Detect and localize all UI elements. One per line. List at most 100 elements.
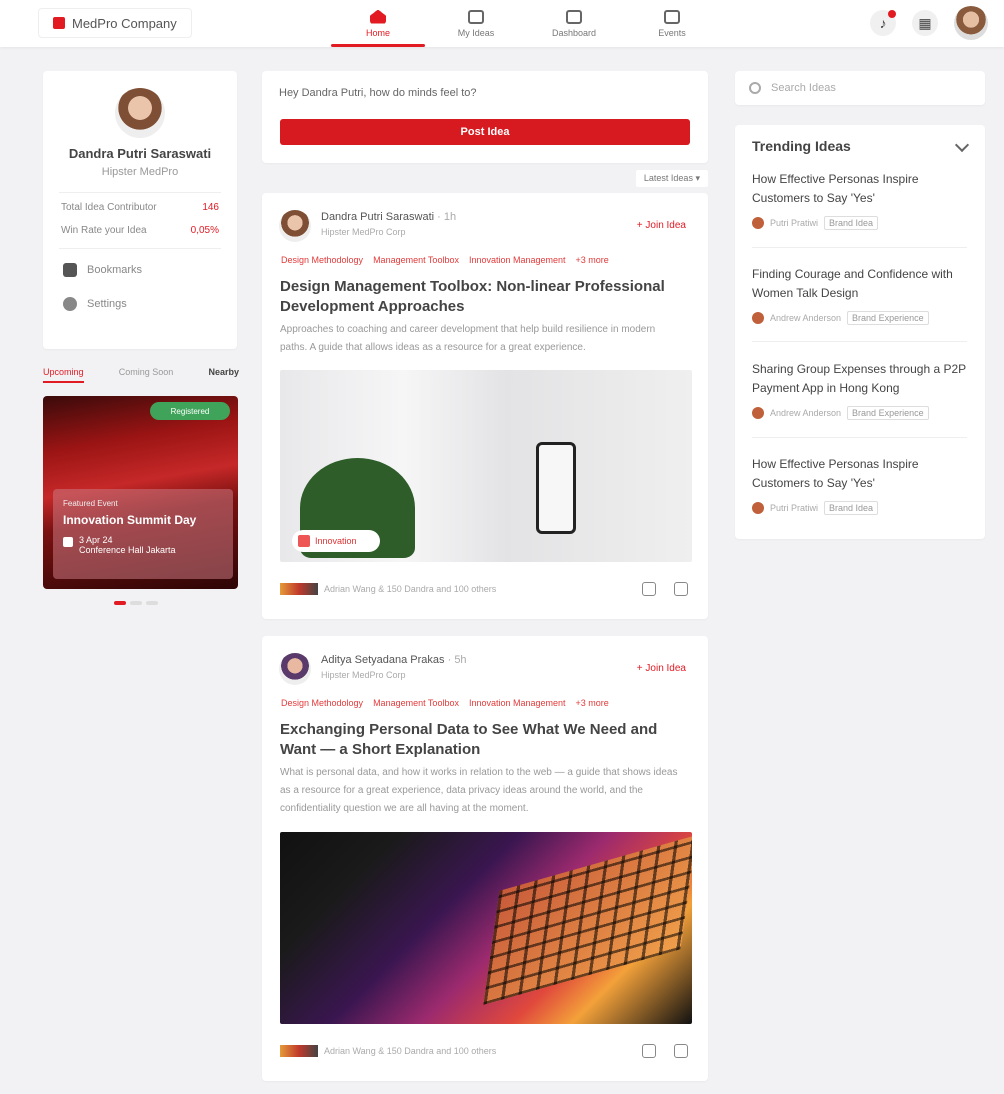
divider bbox=[752, 437, 967, 438]
trending-item[interactable]: How Effective Personas Inspire Customers… bbox=[752, 170, 972, 230]
tag[interactable]: Management Toolbox bbox=[373, 698, 459, 708]
keyboard-shape bbox=[483, 835, 692, 1005]
divider bbox=[59, 248, 221, 249]
post-image[interactable]: Innovation bbox=[280, 370, 692, 562]
profile-name: Dandra Putri Saraswati bbox=[68, 146, 212, 161]
like-icon[interactable] bbox=[642, 1044, 656, 1058]
stat-label: Win Rate your Idea bbox=[61, 225, 147, 236]
post-actions bbox=[642, 582, 688, 596]
participant-avatars bbox=[280, 1045, 318, 1057]
menu-bookmarks[interactable]: Bookmarks bbox=[43, 263, 237, 277]
divider bbox=[752, 247, 967, 248]
carousel-dot[interactable] bbox=[130, 601, 142, 605]
author-name-text: Aditya Setyadana Prakas bbox=[321, 654, 445, 666]
tag[interactable]: Design Methodology bbox=[281, 255, 363, 265]
tab-coming-soon[interactable]: Coming Soon bbox=[119, 367, 174, 383]
carousel-dots bbox=[114, 601, 158, 605]
event-title: Innovation Summit Day bbox=[63, 513, 197, 527]
author-avatar bbox=[752, 217, 764, 229]
author-avatar[interactable] bbox=[279, 210, 311, 242]
author-name-text: Dandra Putri Saraswati bbox=[321, 211, 435, 223]
tag[interactable]: +3 more bbox=[576, 255, 609, 265]
brand-logo-icon bbox=[53, 17, 65, 29]
trending-item-title: Sharing Group Expenses through a P2P Pay… bbox=[752, 362, 966, 395]
chevron-down-icon: ▾ bbox=[695, 173, 700, 183]
author-name[interactable]: Dandra Putri Saraswati · 1h bbox=[321, 211, 456, 223]
image-chip-label: Innovation bbox=[315, 536, 357, 546]
author-avatar[interactable] bbox=[279, 653, 311, 685]
join-idea-button[interactable]: + Join Idea bbox=[637, 220, 686, 231]
trending-card: Trending Ideas How Effective Personas In… bbox=[735, 125, 985, 539]
trending-item[interactable]: Finding Courage and Confidence with Wome… bbox=[752, 265, 972, 325]
nav-my-ideas[interactable]: My Ideas bbox=[427, 0, 525, 47]
nav-events[interactable]: Events bbox=[623, 0, 721, 47]
post-idea-button[interactable]: Post Idea bbox=[280, 119, 690, 145]
user-avatar[interactable] bbox=[954, 6, 988, 40]
event-card[interactable]: Registered Featured Event Innovation Sum… bbox=[43, 396, 238, 589]
author-avatar bbox=[752, 502, 764, 514]
like-icon[interactable] bbox=[642, 582, 656, 596]
sort-dropdown[interactable]: Latest Ideas ▾ bbox=[635, 170, 708, 187]
chip-icon bbox=[298, 535, 310, 547]
search-icon bbox=[749, 82, 761, 94]
dashboard-icon bbox=[566, 9, 582, 24]
trending-item-meta: Andrew Anderson Brand Experience bbox=[752, 311, 972, 325]
composer-prompt[interactable]: Hey Dandra Putri, how do minds feel to? bbox=[279, 87, 477, 99]
bell-icon: ♪ bbox=[879, 15, 887, 31]
stat-value: 0,05% bbox=[190, 225, 219, 236]
trending-item-title: Finding Courage and Confidence with Wome… bbox=[752, 267, 953, 300]
trending-item[interactable]: How Effective Personas Inspire Customers… bbox=[752, 455, 972, 515]
bookmark-icon bbox=[63, 263, 77, 277]
grid-icon: ▦ bbox=[918, 14, 932, 31]
nav-dashboard[interactable]: Dashboard bbox=[525, 0, 623, 47]
trending-tag: Brand Experience bbox=[847, 311, 929, 325]
divider bbox=[752, 341, 967, 342]
trending-item-meta: Putri Pratiwi Brand Idea bbox=[752, 216, 972, 230]
home-icon bbox=[370, 9, 386, 24]
trending-tag: Brand Experience bbox=[847, 406, 929, 420]
trending-tag: Brand Idea bbox=[824, 216, 879, 230]
brand-switcher[interactable]: MedPro Company bbox=[38, 8, 192, 38]
nav-home[interactable]: Home bbox=[329, 0, 427, 47]
tag-list: Design Methodology Management Toolbox Inno… bbox=[281, 698, 609, 708]
tab-upcoming[interactable]: Upcoming bbox=[43, 367, 84, 383]
search-input[interactable]: Search Ideas bbox=[771, 82, 836, 94]
tag[interactable]: Innovation Management bbox=[469, 255, 566, 265]
trending-item-meta: Putri Pratiwi Brand Idea bbox=[752, 501, 972, 515]
tab-nearby[interactable]: Nearby bbox=[208, 367, 239, 383]
tag[interactable]: Innovation Management bbox=[469, 698, 566, 708]
gear-icon bbox=[63, 297, 77, 311]
event-info-panel: Featured Event Innovation Summit Day 3 A… bbox=[53, 489, 233, 579]
chevron-down-icon[interactable] bbox=[954, 137, 970, 153]
calendar-icon bbox=[63, 537, 73, 547]
tag[interactable]: Management Toolbox bbox=[373, 255, 459, 265]
join-idea-button[interactable]: + Join Idea bbox=[637, 663, 686, 674]
search-box[interactable]: Search Ideas bbox=[735, 71, 985, 105]
trending-tag: Brand Idea bbox=[824, 501, 879, 515]
post-title[interactable]: Exchanging Personal Data to See What We … bbox=[280, 720, 690, 760]
nav-home-label: Home bbox=[365, 27, 390, 38]
trending-title: Trending Ideas bbox=[752, 138, 851, 154]
carousel-dot[interactable] bbox=[114, 601, 126, 605]
post-footer: Adrian Wang & 150 Dandra and 100 others bbox=[280, 583, 496, 595]
post-title[interactable]: Design Management Toolbox: Non-linear Pr… bbox=[280, 277, 690, 317]
author-name[interactable]: Aditya Setyadana Prakas · 5h bbox=[321, 654, 467, 666]
author-role: Hipster MedPro Corp bbox=[321, 227, 406, 237]
join-idea-label: Join Idea bbox=[645, 220, 686, 231]
tag[interactable]: +3 more bbox=[576, 698, 609, 708]
menu-settings[interactable]: Settings bbox=[43, 297, 237, 311]
bookmark-icon[interactable] bbox=[674, 582, 688, 596]
trending-item[interactable]: Sharing Group Expenses through a P2P Pay… bbox=[752, 360, 972, 420]
event-date: 3 Apr 24 bbox=[79, 535, 113, 545]
carousel-dot[interactable] bbox=[146, 601, 158, 605]
bookmark-icon[interactable] bbox=[674, 1044, 688, 1058]
notification-button[interactable]: ♪ bbox=[870, 10, 896, 36]
apps-button[interactable]: ▦ bbox=[912, 10, 938, 36]
trending-author: Andrew Anderson bbox=[770, 408, 842, 418]
nav-my-ideas-label: My Ideas bbox=[457, 27, 495, 38]
tag[interactable]: Design Methodology bbox=[281, 698, 363, 708]
top-bar: MedPro Company Home My Ideas Dashboard E… bbox=[0, 0, 1004, 47]
post-image[interactable] bbox=[280, 832, 692, 1024]
top-actions: ♪ ▦ bbox=[870, 6, 988, 40]
event-subtitle: Featured Event bbox=[63, 499, 118, 508]
